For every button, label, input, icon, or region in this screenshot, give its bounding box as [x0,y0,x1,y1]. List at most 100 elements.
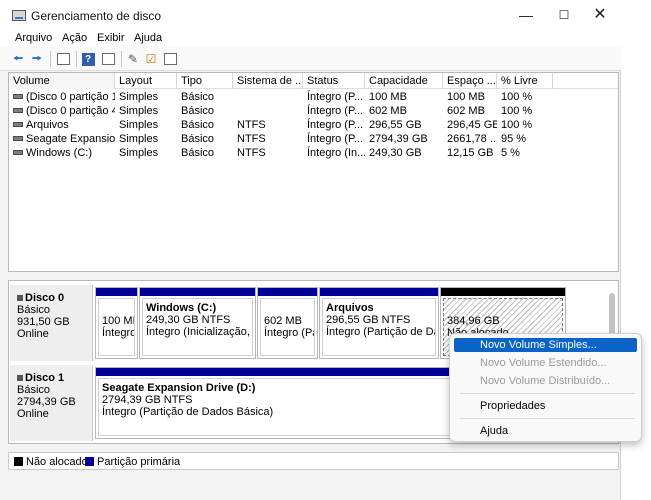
column-header-sistema[interactable]: Sistema de ... [233,73,303,89]
cell-capacidade: 2794,39 GB [369,133,428,145]
column-header-espaco[interactable]: Espaço ... [443,73,497,89]
disk-1-label[interactable]: Disco 1 Básico 2794,39 GB Online [10,365,93,441]
disk-name: Disco 0 [17,292,92,304]
cell-livre: 100 % [501,105,533,117]
legend-swatch-primary [85,457,94,466]
partition-title: Seagate Expansion Drive (D:) [102,382,256,394]
column-header-volume[interactable]: Volume [9,73,115,89]
cell-espaco: 12,15 GB [447,147,494,159]
cell-capacidade: 249,30 GB [369,147,422,159]
table-row[interactable]: Seagate Expansion... Simples Básico NTFS… [9,132,618,146]
table-row[interactable]: Windows (C:) Simples Básico NTFS Íntegro… [9,146,618,160]
menu-item-new-spanned-volume[interactable]: Novo Volume Estendido... [454,356,637,370]
cell-tipo: Básico [181,105,215,117]
cell-espaco: 296,45 GB [447,119,497,131]
partition-disk0-p4[interactable]: 602 MB Íntegro (Pa [257,287,318,359]
disk-state: Online [17,328,49,340]
column-header-tipo[interactable]: Tipo [177,73,233,89]
back-arrow-icon[interactable]: 🠘 [10,51,26,67]
cell-tipo: Básico [181,147,215,159]
legend-primary: Partição primária [97,456,181,468]
checklist-icon[interactable]: ☑ [143,51,159,67]
column-header-capacidade[interactable]: Capacidade [365,73,443,89]
drive-icon [13,150,23,155]
cell-layout: Simples [119,119,159,131]
close-button[interactable]: ✕ [582,4,618,26]
context-menu: Novo Volume Simples... Novo Volume Esten… [449,333,642,442]
toolbar: 🠘 🠚 ? ✎ ☑ [0,47,621,71]
column-header-livre[interactable]: % Livre [497,73,553,89]
menu-item-properties[interactable]: Propriedades [454,399,637,413]
menu-separator [460,393,635,394]
cell-volume: (Disco 0 partição 4) [26,105,115,117]
drive-icon [13,122,23,127]
cell-status: Íntegro (P... [307,119,364,131]
cell-sistema: NTFS [237,119,266,131]
edit-icon[interactable]: ✎ [125,51,141,67]
cell-tipo: Básico [181,91,215,103]
cell-layout: Simples [119,133,159,145]
cell-volume: Windows (C:) [26,147,93,159]
help-icon[interactable]: ? [80,51,96,67]
menu-exibir[interactable]: Exibir [97,32,125,44]
cell-tipo: Básico [181,119,215,131]
partition-size: 384,96 GB [447,315,500,327]
cell-status: Íntegro (P... [307,133,364,145]
cell-capacidade: 296,55 GB [369,119,422,131]
volume-list: Volume Layout Tipo Sistema de ... Status… [8,72,619,272]
cell-sistema: NTFS [237,133,266,145]
disk-size: 2794,39 GB [17,396,76,408]
forward-arrow-icon[interactable]: 🠚 [29,51,45,67]
cell-sistema [233,90,303,104]
menu-ajuda[interactable]: Ajuda [134,32,162,44]
menu-arquivo[interactable]: Arquivo [15,32,52,44]
partition-status: Íntegro [102,327,135,339]
table-row[interactable]: (Disco 0 partição 4) Simples Básico Ínte… [9,104,618,118]
column-header-status[interactable]: Status [303,73,365,89]
partition-arquivos[interactable]: Arquivos 296,55 GB NTFS Íntegro (Partiçã… [319,287,439,359]
disk-size: 931,50 GB [17,316,70,328]
cell-capacidade: 602 MB [369,105,407,117]
cell-volume: (Disco 0 partição 1) [26,91,115,103]
menu-bar: Arquivo Ação Exibir Ajuda [0,30,621,47]
partition-status: Íntegro (Partição de Dados [326,326,435,338]
cell-status: Íntegro (P... [307,91,364,103]
cell-volume: Seagate Expansion... [26,133,115,145]
legend: Não alocado Partição primária [8,452,619,470]
cell-tipo: Básico [181,133,215,145]
disk-type: Básico [17,384,51,396]
cell-status: Íntegro (In... [307,147,365,159]
partition-windows-c[interactable]: Windows (C:) 249,30 GB NTFS Íntegro (Ini… [139,287,256,359]
menu-acao[interactable]: Ação [62,32,87,44]
window-title: Gerenciamento de disco [31,9,162,23]
maximize-button[interactable]: ☐ [546,4,582,26]
title-bar: Gerenciamento de disco — ☐ ✕ [0,0,621,30]
menu-item-help[interactable]: Ajuda [454,424,637,438]
cell-layout: Simples [119,147,159,159]
table-row[interactable]: Arquivos Simples Básico NTFS Íntegro (P.… [9,118,618,132]
column-header-layout[interactable]: Layout [115,73,177,89]
properties-icon[interactable] [100,51,116,67]
cell-espaco: 602 MB [447,105,485,117]
menu-separator [460,418,635,419]
disk-0-label[interactable]: Disco 0 Básico 931,50 GB Online [10,285,93,361]
cell-layout: Simples [119,105,159,117]
menu-item-new-striped-volume[interactable]: Novo Volume Distribuído... [454,374,637,388]
cell-capacidade: 100 MB [369,91,407,103]
cell-espaco: 100 MB [447,91,485,103]
drive-icon [13,136,23,141]
minimize-button[interactable]: — [508,4,544,26]
cell-espaco: 2661,78 ... [447,133,497,145]
disk-name: Disco 1 [17,372,92,384]
table-row[interactable]: (Disco 0 partição 1) Simples Básico Ínte… [9,90,618,104]
drive-icon [13,108,23,113]
partition-title: Windows (C:) [146,302,217,314]
cell-livre: 100 % [501,91,533,103]
partition-disk0-p1[interactable]: 100 MB Íntegro [95,287,138,359]
console-icon[interactable] [162,51,178,67]
cell-volume: Arquivos [26,119,69,131]
window-icon[interactable] [55,51,71,67]
partition-size: 249,30 GB NTFS [146,314,231,326]
menu-item-new-simple-volume[interactable]: Novo Volume Simples... [454,338,637,352]
partition-size: 100 MB [102,315,134,327]
